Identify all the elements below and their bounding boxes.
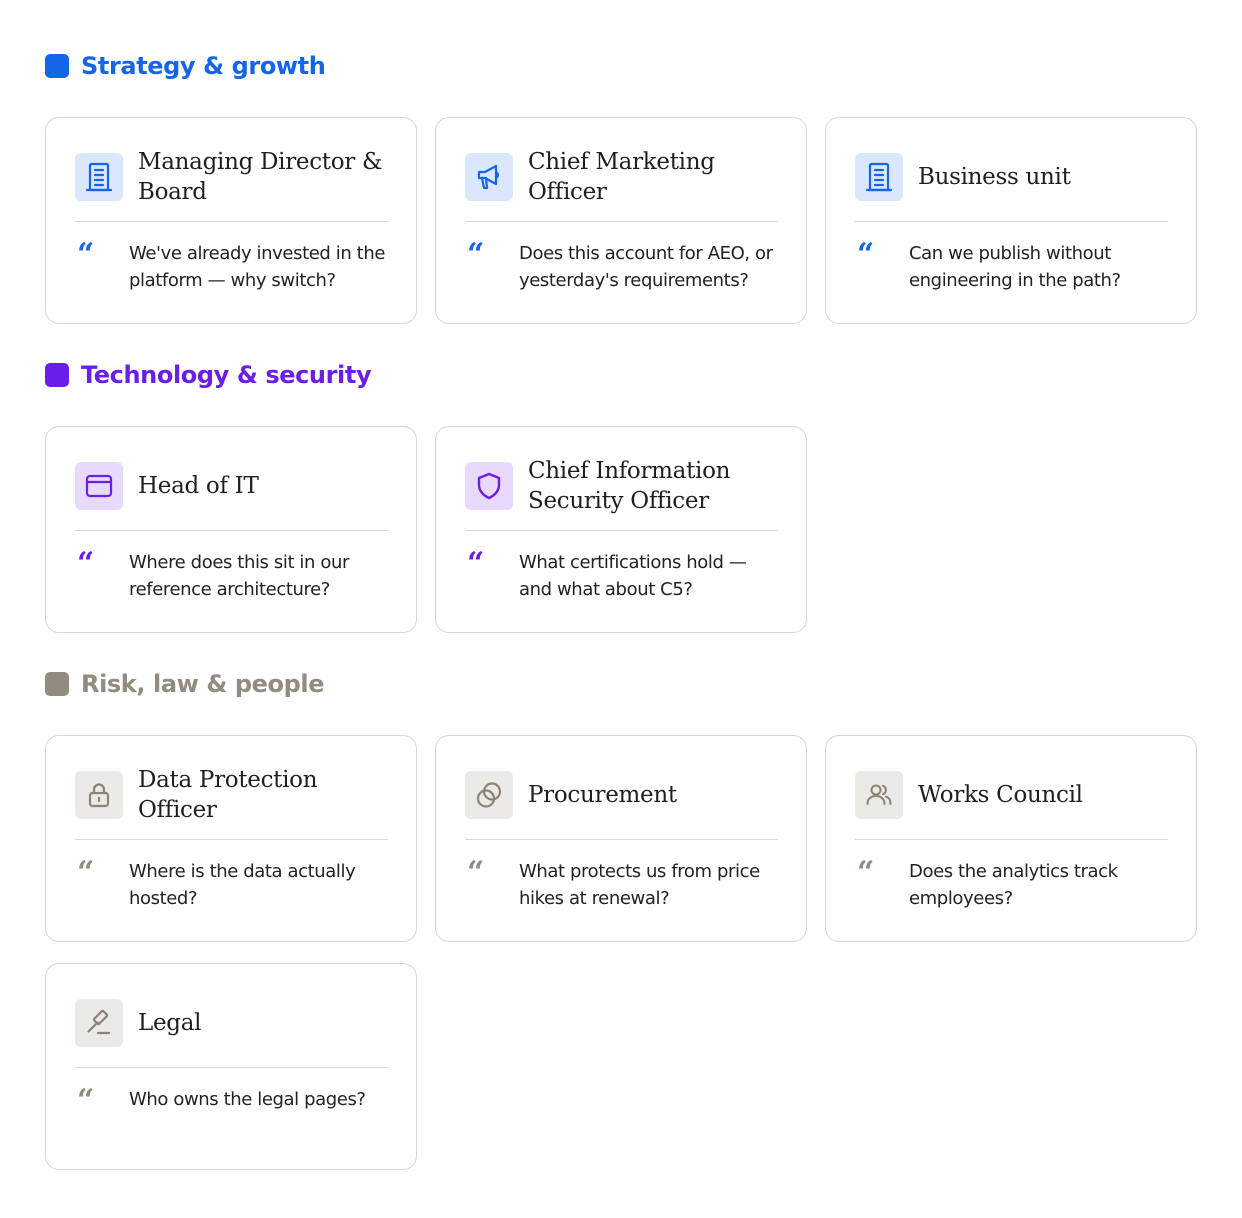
stakeholder-question: Where is the data actually hosted?	[129, 861, 356, 909]
divider	[855, 221, 1168, 222]
divider	[465, 221, 778, 222]
divider	[75, 530, 388, 531]
role-title: Procurement	[528, 782, 677, 808]
section-marker	[45, 363, 69, 387]
stakeholder-card-legal: Legal “ Who owns the legal pages?	[45, 963, 417, 1170]
stakeholder-card-managing-director: Managing Director & Board “ We've alread…	[45, 117, 417, 324]
quote-icon: “	[467, 237, 485, 272]
stakeholder-card-business-unit: Business unit “ Can we publish without e…	[825, 117, 1197, 324]
quote-icon: “	[857, 237, 875, 272]
quote-icon: “	[77, 546, 95, 581]
lock-icon	[75, 771, 123, 819]
stakeholder-card-cmo: Chief Marketing Officer “ Does this acco…	[435, 117, 807, 324]
stakeholder-card-dpo: Data Protection Officer “ Where is the d…	[45, 735, 417, 942]
stakeholder-question: Who owns the legal pages?	[129, 1089, 366, 1110]
divider	[855, 839, 1168, 840]
coins-icon	[465, 771, 513, 819]
divider	[465, 839, 778, 840]
section-marker	[45, 54, 69, 78]
quote-icon: “	[467, 546, 485, 581]
stakeholder-question: Does the analytics track employees?	[909, 861, 1118, 909]
section-marker	[45, 672, 69, 696]
divider	[465, 530, 778, 531]
shield-icon	[465, 462, 513, 510]
role-title: Legal	[138, 1010, 202, 1036]
role-title: Chief Information Security Officer	[528, 458, 731, 514]
stakeholder-card-head-of-it: Head of IT “ Where does this sit in our …	[45, 426, 417, 633]
browser-window-icon	[75, 462, 123, 510]
section-header-technology: Technology & security	[45, 360, 372, 390]
role-title: Chief Marketing Officer	[528, 149, 715, 205]
stakeholder-question: What certifications hold — and what abou…	[519, 552, 747, 600]
megaphone-icon	[465, 153, 513, 201]
section-title: Technology & security	[81, 361, 372, 389]
divider	[75, 1067, 388, 1068]
section-header-risk: Risk, law & people	[45, 669, 324, 699]
section-title: Strategy & growth	[81, 52, 326, 80]
stakeholder-question: What protects us from price hikes at ren…	[519, 861, 760, 909]
stakeholder-question: We've already invested in the platform —…	[129, 243, 386, 291]
quote-icon: “	[77, 237, 95, 272]
building-icon	[75, 153, 123, 201]
section-header-strategy: Strategy & growth	[45, 51, 326, 81]
role-title: Works Council	[918, 782, 1083, 808]
building-icon	[855, 153, 903, 201]
quote-icon: “	[77, 855, 95, 890]
users-icon	[855, 771, 903, 819]
stakeholder-question: Can we publish without engineering in th…	[909, 243, 1121, 291]
stakeholder-card-works-council: Works Council “ Does the analytics track…	[825, 735, 1197, 942]
quote-icon: “	[857, 855, 875, 890]
role-title: Data Protection Officer	[138, 767, 318, 823]
stakeholder-card-ciso: Chief Information Security Officer “ Wha…	[435, 426, 807, 633]
divider	[75, 839, 388, 840]
role-title: Managing Director & Board	[138, 149, 383, 205]
stakeholder-question: Does this account for AEO, or yesterday'…	[519, 243, 773, 291]
quote-icon: “	[77, 1083, 95, 1118]
divider	[75, 221, 388, 222]
gavel-icon	[75, 999, 123, 1047]
role-title: Business unit	[918, 164, 1071, 190]
section-title: Risk, law & people	[81, 670, 325, 698]
role-title: Head of IT	[138, 473, 259, 499]
stakeholder-card-procurement: Procurement “ What protects us from pric…	[435, 735, 807, 942]
quote-icon: “	[467, 855, 485, 890]
stakeholder-question: Where does this sit in our reference arc…	[129, 552, 349, 600]
